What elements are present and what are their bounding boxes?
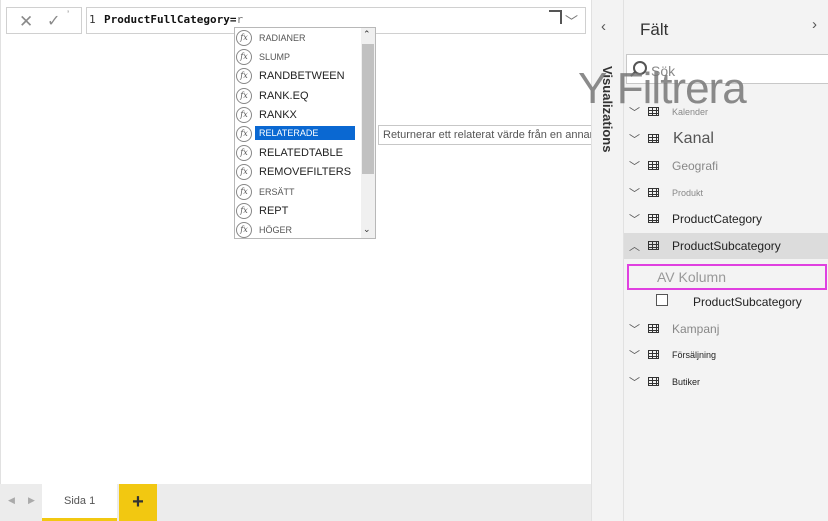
autocomplete-item-label: SLUMP	[259, 52, 291, 63]
field-table-name: Geografi	[672, 159, 719, 173]
scrollbar-thumb[interactable]	[362, 44, 374, 174]
field-table-row[interactable]: ﹀ Försäljning	[624, 342, 828, 368]
autocomplete-item-label: REMOVEFILTERS	[259, 166, 352, 179]
chevron-right-icon[interactable]: ›	[812, 16, 817, 33]
function-icon: fx	[236, 87, 252, 104]
autocomplete-item-label: RADIANER	[259, 33, 306, 43]
autocomplete-item-label: RANKX	[259, 108, 297, 121]
field-table-row[interactable]: ﹀ ProductCategory	[624, 206, 828, 232]
formula-cursor-mark	[549, 10, 562, 24]
cancel-formula-icon[interactable]: ✕	[19, 12, 33, 32]
scroll-up-icon[interactable]: ⌃	[363, 29, 371, 40]
table-icon	[648, 134, 659, 143]
function-icon: fx	[236, 126, 252, 142]
function-icon: fx	[236, 49, 252, 66]
autocomplete-item-label: RANDBETWEEN	[259, 70, 345, 83]
chevron-down-icon[interactable]: ﹀	[629, 374, 640, 390]
line-number: 1	[89, 13, 96, 26]
kanal-overlay-text: Kanal	[673, 130, 714, 147]
new-column-label: AV Kolumn	[657, 269, 726, 285]
expand-formula-icon[interactable]: ﹀	[565, 11, 578, 30]
chevron-down-icon[interactable]: ﹀	[629, 347, 640, 363]
field-table-name: Kampanj	[672, 322, 720, 336]
autocomplete-item-label: HÖGER	[259, 225, 293, 235]
page-tabs-bar: ◀ ▶ Sida 1 +	[0, 484, 591, 521]
prev-page-icon[interactable]: ◀	[8, 495, 15, 506]
table-icon	[648, 377, 659, 386]
field-table-row[interactable]: ﹀ Kanal	[624, 126, 828, 152]
autocomplete-item[interactable]: fx ERSÄTT	[235, 183, 361, 202]
fields-title: Fält	[640, 20, 669, 39]
autocomplete-item[interactable]: fx RANK.EQ	[235, 87, 361, 106]
autocomplete-item[interactable]: fx RADIANER	[235, 29, 361, 48]
scroll-down-icon[interactable]: ⌄	[363, 224, 371, 235]
autocomplete-item[interactable]: fx RANDBETWEEN	[235, 67, 361, 86]
autocomplete-item[interactable]: fx RELATEDTABLE	[235, 144, 361, 163]
autocomplete-item[interactable]: fx RELATERADE	[235, 125, 361, 144]
commit-formula-icon[interactable]: ✓	[47, 11, 60, 31]
autocomplete-item-label: ERSÄTT	[259, 186, 295, 197]
function-icon: fx	[236, 183, 252, 200]
field-table-name: Butiker	[672, 377, 701, 387]
table-icon	[648, 161, 659, 170]
table-icon	[648, 324, 659, 333]
filter-overlay-text: Y Filtrera	[578, 64, 747, 113]
autocomplete-list[interactable]: fx RADIANER fx SLUMP fx RANDBETWEEN fx RANK.EQ f…	[234, 27, 376, 239]
field-table-row[interactable]: ︿ ProductSubcategory	[624, 233, 828, 259]
add-page-button[interactable]: +	[119, 484, 157, 521]
chevron-left-icon[interactable]: ‹	[601, 18, 606, 35]
autocomplete-item-label: RELATERADE	[255, 126, 355, 140]
autocomplete-item[interactable]: fx SLUMP	[235, 48, 361, 67]
formula-typed: r	[236, 13, 244, 26]
chevron-down-icon[interactable]: ﹀	[629, 211, 640, 227]
autocomplete-item-label: RELATEDTABLE	[259, 147, 343, 160]
chevron-up-icon[interactable]: ︿	[629, 238, 640, 254]
new-column-highlight[interactable]: AV Kolumn	[627, 264, 827, 290]
autocomplete-item[interactable]: fx REPT	[235, 202, 361, 221]
function-icon: fx	[236, 145, 252, 162]
tab-page-1[interactable]: Sida 1	[42, 484, 117, 521]
field-table-row[interactable]: ﹀ Geografi	[624, 153, 828, 179]
formula-input[interactable]: ProductFullCategory=r	[104, 13, 243, 26]
autocomplete-item[interactable]: fx REMOVEFILTERS	[235, 163, 361, 182]
autocomplete-item-label: REPT	[259, 204, 289, 217]
function-icon: fx	[236, 30, 252, 46]
chevron-down-icon[interactable]: ﹀	[629, 131, 640, 147]
chevron-down-icon[interactable]: ﹀	[629, 321, 640, 337]
table-icon	[648, 241, 659, 250]
table-icon	[648, 214, 659, 223]
field-table-name: Försäljning	[672, 350, 717, 360]
formula-expression: ProductFullCategory=	[104, 13, 237, 26]
field-table-row[interactable]: ﹀ Kampanj	[624, 316, 828, 342]
function-icon: fx	[236, 222, 252, 238]
field-table-row[interactable]: ﹀ Butiker	[624, 369, 828, 395]
next-page-icon[interactable]: ▶	[28, 495, 35, 506]
field-table-name: ProductCategory	[672, 212, 763, 226]
table-icon	[648, 188, 659, 197]
chevron-down-icon[interactable]: ﹀	[629, 158, 640, 174]
field-checkbox[interactable]	[656, 294, 668, 306]
tab-page-label: Sida 1	[64, 495, 96, 507]
formula-actions: ✕ ✓ ʼ	[6, 7, 82, 34]
field-table-name: Produkt	[672, 188, 704, 198]
autocomplete-item[interactable]: fx RANKX	[235, 106, 361, 125]
field-name: ProductSubcategory	[693, 295, 802, 309]
function-icon: fx	[236, 68, 252, 85]
function-icon: fx	[236, 164, 252, 181]
field-table-name: ProductSubcategory	[672, 239, 781, 253]
autocomplete-item[interactable]: fx HÖGER	[235, 221, 361, 240]
formula-tick-icon: ʼ	[67, 10, 70, 21]
function-icon: fx	[236, 106, 252, 123]
field-table-row[interactable]: ﹀ Produkt	[624, 180, 828, 206]
chevron-down-icon[interactable]: ﹀	[629, 185, 640, 201]
autocomplete-item-label: RANK.EQ	[259, 89, 309, 102]
table-icon	[648, 350, 659, 359]
autocomplete-scrollbar[interactable]: ⌃ ⌄	[361, 28, 375, 238]
function-icon: fx	[236, 202, 252, 219]
